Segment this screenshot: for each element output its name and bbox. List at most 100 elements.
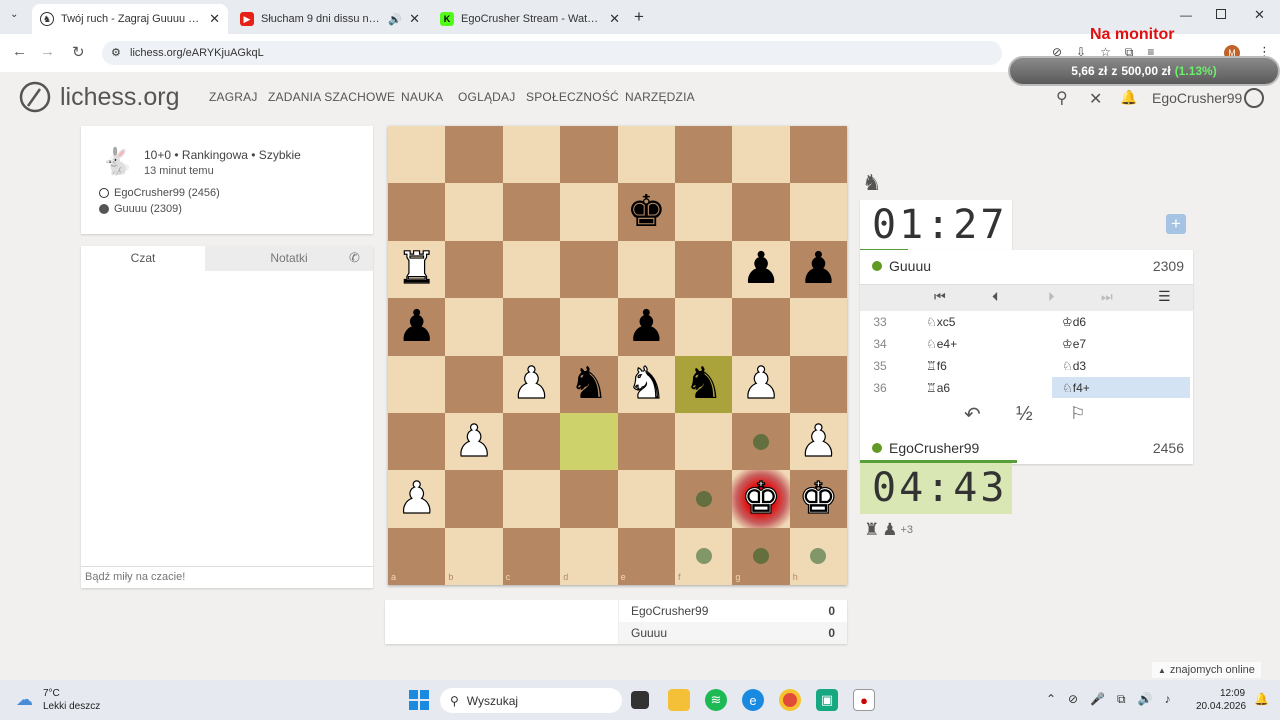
chess-piece[interactable]: ♟ (396, 476, 437, 521)
square-g2[interactable]: ♚ (732, 470, 790, 528)
first-move-icon[interactable]: ⏮ (934, 289, 946, 305)
tab-kick[interactable]: K EgoCrusher Stream - Watch Liv ✕ (432, 4, 628, 34)
square-a6[interactable]: ♜ (388, 240, 446, 299)
speaker-icon[interactable]: 🔊 (388, 13, 402, 26)
chess-piece[interactable]: ♞ (626, 361, 667, 406)
search-icon[interactable]: ⚲ (1056, 88, 1068, 108)
square-c3[interactable] (502, 413, 561, 471)
file-explorer-icon[interactable] (668, 689, 690, 711)
chess-piece[interactable]: ♞ (569, 362, 608, 406)
opponent-line[interactable]: Guuuu 2309 (872, 258, 1184, 274)
draw-offer-button[interactable]: ½ (1016, 403, 1033, 426)
new-tab-button[interactable]: + (634, 7, 644, 27)
notes-app-icon[interactable]: ● (853, 689, 875, 711)
chess-piece[interactable]: ♚ (627, 190, 666, 234)
chess-piece[interactable]: ♚ (798, 476, 839, 521)
square-c5[interactable] (502, 298, 561, 356)
square-d2[interactable] (560, 470, 618, 528)
square-d6[interactable] (560, 240, 618, 299)
square-d4[interactable]: ♞ (560, 355, 618, 413)
chrome-icon[interactable] (779, 689, 801, 711)
username-link[interactable]: EgoCrusher99 (1152, 90, 1242, 106)
square-f2[interactable] (675, 470, 733, 528)
phone-icon[interactable]: ✆ (349, 250, 360, 266)
windows-start-icon[interactable] (409, 690, 429, 710)
crosstable-player-2[interactable]: Guuuu (631, 626, 667, 640)
move-hint-dot[interactable] (753, 433, 770, 450)
menu-zagraj[interactable]: ZAGRAJ (209, 90, 258, 104)
square-e2[interactable] (617, 470, 675, 528)
square-b6[interactable] (445, 240, 503, 299)
move-hint-dot[interactable] (753, 548, 770, 565)
menu-watch[interactable]: OGLĄDAJ (458, 90, 515, 104)
square-a8[interactable] (388, 126, 446, 184)
taskbar-search[interactable]: ⚲ Wyszukaj (440, 688, 622, 713)
square-f1[interactable] (675, 527, 733, 586)
spotify-icon[interactable]: ≋ (705, 689, 727, 711)
add-time-button[interactable]: + (1166, 214, 1186, 234)
forward-button[interactable]: → (40, 43, 55, 60)
tab-list-button[interactable]: ⌄ (10, 9, 18, 20)
resign-flag-icon[interactable]: ⚐ (1070, 404, 1085, 424)
tab-youtube[interactable]: ▶ Słucham 9 dni dissu na rak 🔊 ✕ (232, 4, 428, 34)
square-f5[interactable] (675, 298, 733, 356)
square-e7[interactable]: ♚ (617, 183, 675, 241)
square-d3[interactable] (560, 413, 618, 471)
square-b3[interactable]: ♟ (445, 413, 503, 471)
chess-piece[interactable]: ♚ (741, 476, 782, 521)
menu-learn[interactable]: NAUKA (401, 90, 443, 104)
notifications-icon[interactable]: 🔔 (1254, 692, 1269, 706)
black-move[interactable]: ♔e7 (1052, 333, 1190, 354)
square-c1[interactable] (502, 527, 561, 586)
square-g1[interactable] (732, 527, 790, 586)
square-d8[interactable] (560, 126, 618, 184)
white-player-line[interactable]: EgoCrusher99 (2456) (99, 187, 220, 199)
chess-piece[interactable]: ♟ (798, 419, 839, 464)
black-move[interactable]: ♘f4+ (1052, 377, 1190, 398)
square-g7[interactable] (732, 183, 790, 241)
tray-icons[interactable]: ⌃⊘🎤⧉🔊♪ (1046, 692, 1183, 707)
square-a5[interactable]: ♟ (388, 298, 446, 356)
player-line[interactable]: EgoCrusher99 2456 (872, 440, 1184, 456)
chess-board[interactable]: ♚ ♜ ♟ ♟ ♟ ♟ ♟ ♞ ♞ ♞ ♟ ♟ ♟ ♟ ♚ ♚ 8 7 6 5 4 3 2 1 a b c d e f g h (388, 126, 848, 586)
square-c2[interactable] (502, 470, 561, 528)
black-player-line[interactable]: Guuuu (2309) (99, 203, 182, 215)
chess-piece[interactable]: ♟ (397, 304, 436, 349)
chess-piece[interactable]: ♞ (684, 362, 723, 406)
square-b8[interactable] (445, 126, 503, 184)
move-hint-dot[interactable] (695, 548, 712, 565)
square-a1[interactable] (388, 527, 446, 586)
square-e1[interactable] (617, 527, 675, 586)
menu-community[interactable]: SPOŁECZNOŚĆ (526, 90, 619, 104)
menu-tools[interactable]: NARZĘDZIA (625, 90, 695, 104)
close-tab-icon[interactable]: ✕ (609, 11, 620, 27)
move-hint-dot[interactable] (695, 491, 712, 508)
chess-piece[interactable]: ♟ (511, 361, 552, 406)
app-icon[interactable]: ▣ (816, 689, 838, 711)
chess-piece[interactable]: ♟ (741, 247, 780, 291)
close-tab-icon[interactable]: ✕ (409, 11, 420, 27)
white-move[interactable]: ♘e4+ (926, 337, 957, 351)
square-f6[interactable] (675, 240, 733, 299)
square-a3[interactable] (388, 413, 446, 471)
black-move[interactable]: ♘d3 (1052, 355, 1190, 376)
square-c7[interactable] (502, 183, 561, 241)
square-c8[interactable] (502, 126, 561, 184)
last-move-icon[interactable]: ⏭ (1101, 289, 1113, 305)
minimize-button[interactable]: — (1180, 8, 1192, 22)
menu-icon[interactable]: ☰ (1158, 288, 1171, 305)
reload-button[interactable]: ↻ (72, 43, 85, 61)
close-window-button[interactable]: ✕ (1254, 7, 1265, 23)
weather-icon[interactable]: ☁ (16, 690, 33, 710)
task-view-icon[interactable] (631, 691, 649, 709)
square-b7[interactable] (445, 183, 503, 241)
square-g4[interactable]: ♟ (732, 355, 790, 413)
square-f8[interactable] (675, 126, 733, 184)
square-d5[interactable] (560, 298, 618, 356)
square-b1[interactable] (445, 527, 503, 586)
menu-puzzles[interactable]: ZADANIA SZACHOWE (268, 90, 395, 104)
square-a2[interactable]: ♟ (388, 470, 446, 528)
black-move[interactable]: ♔d6 (1052, 311, 1190, 332)
square-e6[interactable] (617, 240, 675, 299)
friends-online[interactable]: ▲ znajomych online (1152, 662, 1261, 678)
